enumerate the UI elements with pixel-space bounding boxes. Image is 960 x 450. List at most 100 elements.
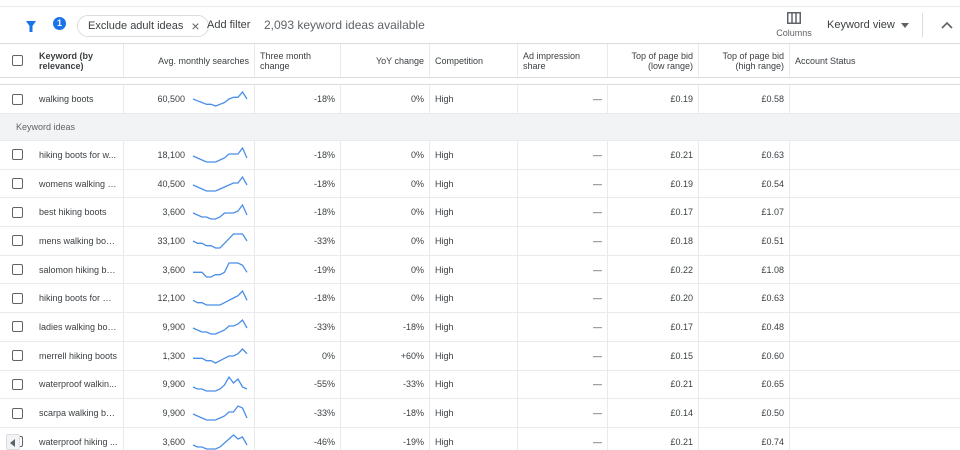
keyword-text[interactable]: waterproof hiking ...: [39, 437, 118, 447]
keyword-cell: hiking boots for w...: [34, 141, 124, 169]
row-checkbox-cell: [0, 399, 34, 427]
three-month-change-text: -18%: [313, 178, 335, 189]
table-row[interactable]: best hiking boots 3,600 -18% 0% High — £0.17 £1…: [0, 198, 960, 228]
filter-button[interactable]: 1: [22, 13, 66, 37]
exclude-adult-ideas-chip[interactable]: Exclude adult ideas ×: [77, 15, 209, 37]
table-row[interactable]: hiking boots for w... 18,100 -18% 0% High — £0…: [0, 141, 960, 170]
row-checkbox[interactable]: [11, 178, 23, 190]
header-ad-impression-share[interactable]: Ad impression share: [518, 44, 608, 77]
trend-sparkline[interactable]: [191, 375, 249, 393]
three-month-change-text: -19%: [313, 264, 335, 275]
columns-icon: [787, 12, 801, 24]
keyword-text[interactable]: salomon hiking bo...: [39, 265, 118, 275]
keyword-text[interactable]: waterproof walkin...: [39, 379, 117, 389]
header-bid-low[interactable]: Top of page bid (low range): [608, 44, 699, 77]
competition-text: High: [435, 408, 454, 419]
arrow-left-icon: [10, 439, 15, 447]
trend-sparkline[interactable]: [191, 404, 249, 422]
table-row[interactable]: hiking boots for men 12,100 -18% 0% High — £0.…: [0, 284, 960, 314]
trend-sparkline[interactable]: [191, 318, 249, 336]
chevron-up-icon[interactable]: [940, 19, 954, 31]
three-month-change-text: -33%: [313, 235, 335, 246]
yoy-change-cell: -19%: [341, 427, 430, 450]
table-row[interactable]: walking boots 60,500 -18% 0% High — £0.19 £0.58: [0, 84, 960, 114]
ad-impression-share-cell: —: [518, 370, 608, 399]
close-icon[interactable]: ×: [191, 19, 199, 33]
account-status-cell: [790, 313, 960, 341]
table-row[interactable]: ladies walking boots 9,900 -33% -18% High — £0…: [0, 313, 960, 342]
row-checkbox[interactable]: [11, 292, 23, 304]
yoy-change-cell: -33%: [341, 370, 430, 399]
avg-monthly-searches-cell: 33,100: [124, 227, 255, 255]
table-row[interactable]: womens walking b... 40,500 -18% 0% High — £0.1…: [0, 169, 960, 199]
keyword-text[interactable]: walking boots: [39, 94, 94, 104]
keyword-text[interactable]: scarpa walking bo...: [39, 408, 118, 418]
three-month-change-text: -46%: [313, 436, 335, 447]
row-checkbox[interactable]: [11, 407, 23, 419]
ad-impression-share-cell: —: [518, 427, 608, 450]
row-checkbox[interactable]: [11, 149, 23, 161]
select-all-checkbox[interactable]: [11, 55, 23, 66]
header-keyword[interactable]: Keyword (by relevance): [34, 44, 124, 77]
keyword-cell: mens walking boots: [34, 227, 124, 255]
keyword-text[interactable]: merrell hiking boots: [39, 351, 117, 361]
trend-sparkline[interactable]: [191, 203, 249, 221]
header-three-month-change[interactable]: Three month change: [255, 44, 341, 77]
trend-sparkline[interactable]: [191, 146, 249, 164]
ad-impression-share-text: —: [593, 235, 602, 246]
table-row[interactable]: waterproof hiking ... 3,600 -46% -19% High — £…: [0, 427, 960, 450]
three-month-change-cell: -33%: [255, 227, 341, 255]
row-checkbox[interactable]: [11, 93, 23, 105]
three-month-change-cell: 0%: [255, 341, 341, 370]
sparkline-path: [192, 233, 248, 249]
row-checkbox[interactable]: [11, 264, 23, 276]
three-month-change-cell: -18%: [255, 141, 341, 169]
keyword-text[interactable]: ladies walking boots: [39, 322, 118, 332]
scroll-left-button[interactable]: [6, 434, 20, 450]
keyword-table: Keyword (by relevance) Avg. monthly sear…: [0, 44, 960, 450]
account-status-cell: [790, 198, 960, 226]
ad-impression-share-cell: —: [518, 284, 608, 313]
competition-text: High: [435, 149, 454, 160]
bid-high-cell: £0.50: [699, 399, 790, 427]
table-row[interactable]: salomon hiking bo... 3,600 -19% 0% High — £0.2…: [0, 255, 960, 285]
keyword-text[interactable]: hiking boots for men: [39, 293, 118, 303]
sparkline-path: [193, 347, 248, 364]
trend-sparkline[interactable]: [191, 289, 249, 307]
three-month-change-text: -55%: [313, 379, 335, 390]
trend-sparkline[interactable]: [191, 347, 249, 365]
keyword-text[interactable]: mens walking boots: [39, 236, 118, 246]
avg-monthly-searches-text: 18,100: [157, 149, 185, 160]
competition-cell: High: [430, 85, 518, 113]
keyword-text[interactable]: womens walking b...: [39, 179, 118, 189]
add-filter-button[interactable]: Add filter: [207, 19, 250, 31]
header-bid-high[interactable]: Top of page bid (high range): [699, 44, 790, 77]
table-row[interactable]: mens walking boots 33,100 -33% 0% High — £0.18…: [0, 227, 960, 256]
trend-sparkline[interactable]: [191, 90, 249, 108]
row-checkbox[interactable]: [11, 235, 23, 247]
account-status-cell: [790, 141, 960, 169]
row-checkbox[interactable]: [11, 378, 23, 390]
table-row[interactable]: scarpa walking bo... 9,900 -33% -18% High — £0…: [0, 399, 960, 428]
keyword-text[interactable]: best hiking boots: [39, 207, 107, 217]
trend-sparkline[interactable]: [191, 433, 249, 450]
row-checkbox[interactable]: [11, 206, 23, 218]
keyword-view-dropdown[interactable]: Keyword view: [827, 19, 909, 31]
table-row[interactable]: merrell hiking boots 1,300 0% +60% High — £0.1…: [0, 341, 960, 371]
header-competition[interactable]: Competition: [430, 44, 518, 77]
header-yoy-change[interactable]: YoY change: [341, 44, 430, 77]
trend-sparkline[interactable]: [191, 232, 249, 250]
trend-sparkline[interactable]: [191, 175, 249, 193]
keyword-text[interactable]: hiking boots for w...: [39, 150, 116, 160]
bid-high-text: £0.63: [761, 149, 784, 160]
table-row[interactable]: waterproof walkin... 9,900 -55% -33% High — £0…: [0, 370, 960, 400]
trend-sparkline[interactable]: [191, 261, 249, 279]
row-checkbox[interactable]: [11, 350, 23, 362]
header-avg-monthly-searches[interactable]: Avg. monthly searches: [124, 44, 255, 77]
header-account-status[interactable]: Account Status: [790, 44, 960, 77]
bid-high-cell: £0.54: [699, 169, 790, 198]
ad-impression-share-cell: —: [518, 255, 608, 284]
keyword-cell: walking boots: [34, 85, 124, 113]
columns-button[interactable]: Columns: [774, 12, 814, 42]
row-checkbox[interactable]: [11, 321, 23, 333]
